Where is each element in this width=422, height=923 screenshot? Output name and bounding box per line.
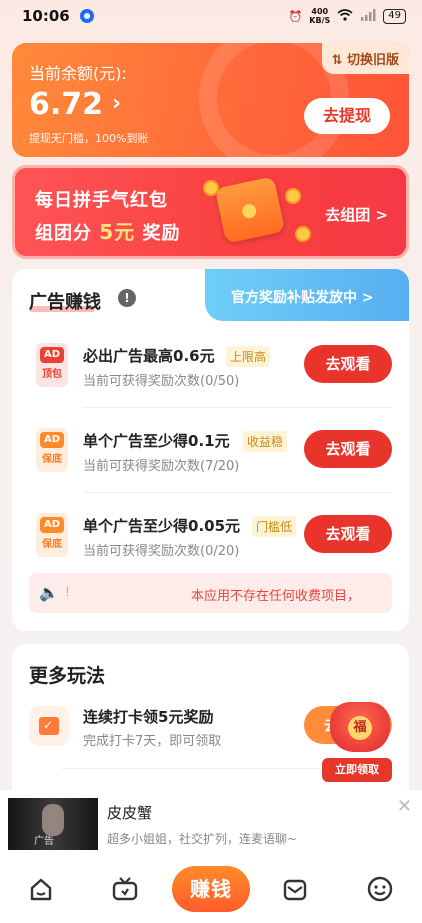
ad-thumbnail[interactable]: 广告 bbox=[8, 798, 98, 850]
ad-overlay-banner[interactable]: 广告 皮皮蟹 超多小姐姐，社交扩列，连麦语聊~ ✕ bbox=[0, 790, 422, 860]
nav-message[interactable] bbox=[280, 874, 310, 904]
ad-task-name: 单个广告至少得0.05元 bbox=[83, 517, 241, 535]
coin-icon bbox=[295, 226, 311, 242]
balance-label: 当前余额(元): bbox=[29, 64, 127, 83]
subsidy-banner[interactable]: 官方奖励补贴发放中 > bbox=[205, 269, 409, 321]
join-group-button[interactable]: 去组团 > bbox=[325, 204, 388, 225]
close-icon[interactable]: ✕ bbox=[397, 796, 412, 817]
checkin-task-name: 连续打卡领5元奖励 bbox=[83, 708, 214, 726]
ad-task-row: AD 保底 单个广告至少得0.1元 收益稳 当前可获得奖励次数(7/20) 去观… bbox=[12, 428, 409, 512]
clock: 10:06 bbox=[22, 7, 70, 25]
bottom-nav: 赚钱 bbox=[0, 860, 422, 923]
ad-badge-icon: AD 顶包 bbox=[36, 343, 68, 387]
info-icon[interactable]: ! bbox=[118, 289, 136, 307]
status-indicators: ⏰ 400 KB/S 49 bbox=[289, 7, 406, 25]
switch-icon: ⇅ bbox=[331, 53, 347, 68]
banner-line1: 每日拼手气红包 bbox=[35, 190, 168, 211]
ad-label: 广告 bbox=[34, 836, 54, 847]
message-icon bbox=[283, 879, 307, 901]
withdraw-button[interactable]: 去提现 bbox=[304, 98, 390, 134]
ad-description: 超多小姐姐，社交扩列，连麦语聊~ bbox=[107, 832, 298, 846]
nav-earn[interactable]: 赚钱 bbox=[172, 866, 250, 912]
nav-profile[interactable] bbox=[365, 874, 395, 904]
home-icon bbox=[30, 878, 52, 901]
speaker-icon: 🔈 bbox=[39, 583, 59, 602]
ad-task-name: 单个广告至少得0.1元 bbox=[83, 432, 230, 450]
battery-indicator: 49 bbox=[383, 8, 406, 24]
ad-badge-icon: AD 保底 bbox=[36, 513, 68, 557]
lucky-bag-icon[interactable]: 福 bbox=[330, 702, 390, 752]
tv-icon bbox=[112, 877, 138, 901]
watch-ad-button[interactable]: 去观看 bbox=[304, 430, 392, 468]
profile-icon bbox=[367, 876, 393, 902]
app-notification-icon bbox=[79, 9, 94, 23]
section-title: 更多玩法 bbox=[29, 665, 106, 687]
nav-home[interactable] bbox=[26, 874, 56, 904]
notice-text: 本应用不存在任何收费项目， bbox=[191, 589, 361, 604]
nav-tv[interactable] bbox=[110, 874, 140, 904]
ad-task-count: 当前可获得奖励次数(0/20) bbox=[83, 544, 240, 559]
divider bbox=[83, 492, 392, 493]
balance-card: 当前余额(元): 6.72 › 提现无门槛，100%到账 ⇅ 切换旧版 去提现 bbox=[12, 43, 409, 157]
ad-task-name: 必出广告最高0.6元 bbox=[83, 347, 215, 365]
coin-icon bbox=[203, 180, 219, 196]
checkin-task-desc: 完成打卡7天，即可领取 bbox=[83, 734, 222, 749]
ad-earning-card: 广告赚钱 ! 官方奖励补贴发放中 > AD 顶包 必出广告最高0.6元 上限高 … bbox=[12, 269, 409, 631]
ad-task-tag: 收益稳 bbox=[243, 431, 288, 452]
withdraw-note: 提现无门槛，100%到账 bbox=[29, 132, 149, 145]
chevron-right-icon[interactable]: › bbox=[112, 91, 121, 116]
ad-task-count: 当前可获得奖励次数(0/50) bbox=[83, 374, 240, 389]
balance-amount[interactable]: 6.72 bbox=[29, 87, 103, 122]
calendar-check-icon bbox=[29, 706, 69, 746]
divider bbox=[83, 407, 392, 408]
fee-notice-bar: 🔈 ! 本应用不存在任何收费项目， bbox=[29, 573, 392, 613]
watch-ad-button[interactable]: 去观看 bbox=[304, 345, 392, 383]
signal-icon bbox=[360, 8, 376, 24]
ad-badge-icon: AD 保底 bbox=[36, 428, 68, 472]
notice-mark: ! bbox=[65, 585, 70, 599]
status-bar: 10:06 ⏰ 400 KB/S 49 bbox=[0, 0, 422, 32]
network-speed: 400 KB/S bbox=[309, 7, 331, 25]
watch-ad-button[interactable]: 去观看 bbox=[304, 515, 392, 553]
claim-now-button[interactable]: 立即领取 bbox=[322, 758, 392, 782]
ad-task-tag: 上限高 bbox=[226, 346, 271, 367]
ad-task-row: AD 顶包 必出广告最高0.6元 上限高 当前可获得奖励次数(0/50) 去观看 bbox=[12, 343, 409, 427]
coin-icon bbox=[285, 188, 301, 204]
banner-line2: 组团分 5元 奖励 bbox=[35, 220, 181, 244]
alarm-icon: ⏰ bbox=[288, 9, 303, 23]
ad-task-count: 当前可获得奖励次数(7/20) bbox=[83, 459, 240, 474]
ad-task-tag: 门槛低 bbox=[252, 516, 297, 537]
switch-version-button[interactable]: ⇅ 切换旧版 bbox=[321, 43, 409, 74]
wifi-icon bbox=[337, 8, 353, 24]
red-envelope-icon bbox=[214, 176, 286, 244]
ad-title: 皮皮蟹 bbox=[107, 804, 153, 822]
section-title: 广告赚钱 bbox=[29, 292, 101, 313]
group-red-packet-banner[interactable]: 每日拼手气红包 组团分 5元 奖励 去组团 > bbox=[12, 165, 409, 259]
